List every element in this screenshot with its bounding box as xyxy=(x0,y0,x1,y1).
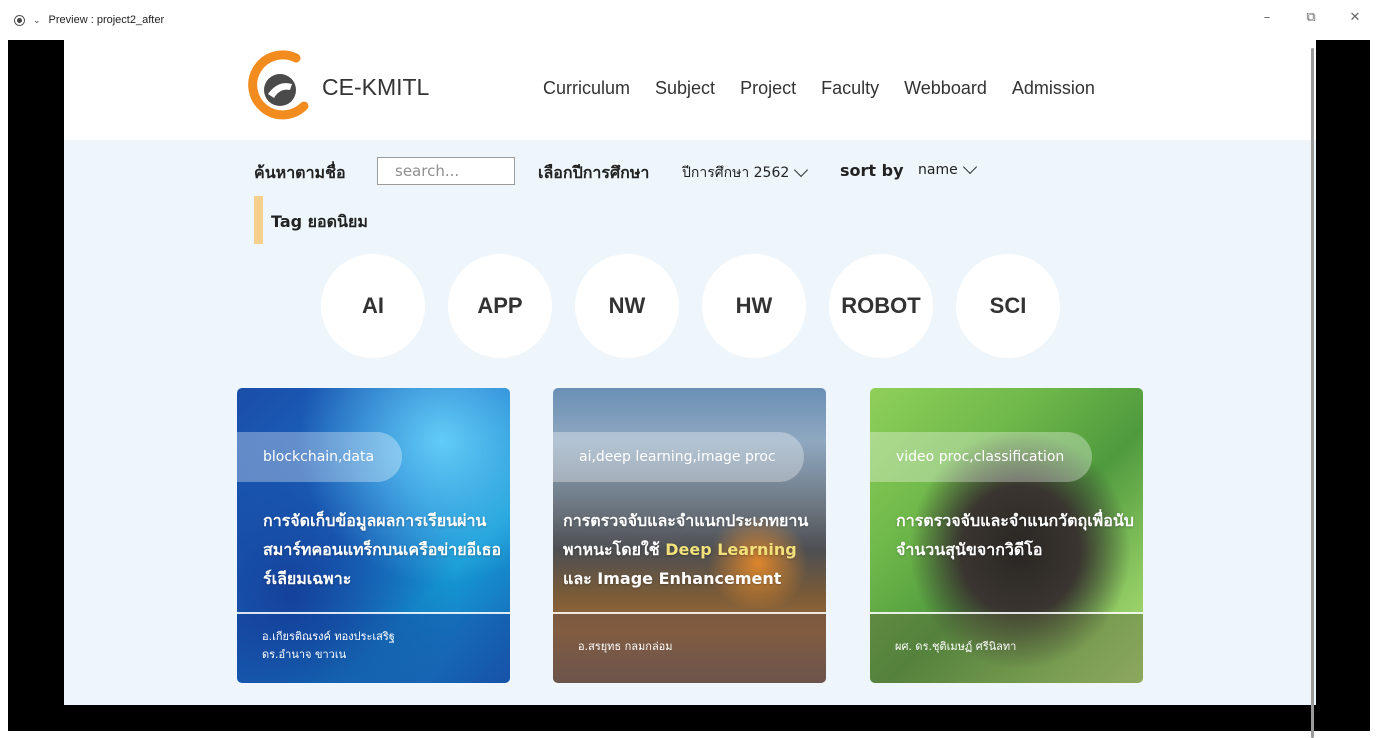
record-icon[interactable] xyxy=(14,14,25,26)
search-label: ค้นหาตามชื่อ xyxy=(254,163,346,182)
tag-ai[interactable]: AI xyxy=(321,254,425,358)
window-titlebar: ⌄ Preview : project2_after – ⧉ ✕ xyxy=(0,0,1376,40)
project-author: อ.เกียรติณรงค์ ทองประเสริฐ xyxy=(262,630,395,643)
chevron-down-icon xyxy=(962,159,977,175)
tag-robot[interactable]: ROBOT xyxy=(829,254,933,358)
ce-kmitl-logo-icon[interactable] xyxy=(244,46,310,126)
project-card[interactable]: ai,deep learning,image proc การตรวจจับแล… xyxy=(553,388,826,683)
minimize-button[interactable]: – xyxy=(1260,10,1274,25)
year-label: เลือกปีการศึกษา xyxy=(538,163,650,182)
window-title: Preview : project2_after xyxy=(48,14,165,26)
year-dropdown[interactable]: ปีการศึกษา 2562 xyxy=(682,162,809,184)
filter-bar: ค้นหาตามชื่อ เลือกปีการศึกษา ปีการศึกษา … xyxy=(254,157,1254,189)
close-button[interactable]: ✕ xyxy=(1348,10,1362,25)
chevron-down-icon xyxy=(794,162,809,178)
bottom-frame xyxy=(8,705,1370,731)
project-title[interactable]: การตรวจจับและจำแนกวัตถุเพื่อนับจำนวนสุนั… xyxy=(896,506,1136,564)
left-frame xyxy=(8,40,64,731)
scrollbar[interactable] xyxy=(1311,48,1314,738)
sort-value: name xyxy=(918,162,958,178)
tag-hw[interactable]: HW xyxy=(702,254,806,358)
year-value: ปีการศึกษา 2562 xyxy=(682,165,790,181)
chevron-down-icon[interactable]: ⌄ xyxy=(33,15,41,26)
project-title-highlight: Deep Learning xyxy=(665,540,797,559)
project-title[interactable]: การจัดเก็บข้อมูลผลการเรียนผ่านสมาร์ทคอนแ… xyxy=(263,506,503,593)
project-title[interactable]: การตรวจจับและจำแนกประเภทยานพาหนะโดยใช้ D… xyxy=(563,506,825,593)
project-card[interactable]: blockchain,data การจัดเก็บข้อมูลผลการเรี… xyxy=(237,388,510,683)
restore-button[interactable]: ⧉ xyxy=(1304,10,1318,25)
project-tags[interactable]: blockchain,data xyxy=(237,432,403,482)
project-author: ผศ. ดร.ชุติเมษฏ์ ศรีนิลทา xyxy=(895,640,1017,653)
right-frame xyxy=(1316,40,1370,731)
tag-accent-bar xyxy=(254,196,263,244)
sort-label: sort by xyxy=(840,161,904,180)
project-card[interactable]: video proc,classification การตรวจจับและจ… xyxy=(870,388,1143,683)
project-author: อ.สรยุทธ กลมกล่อม xyxy=(578,640,673,653)
project-tags[interactable]: video proc,classification xyxy=(870,432,1093,482)
nav-admission[interactable]: Admission xyxy=(1012,78,1095,99)
project-tags[interactable]: ai,deep learning,image proc xyxy=(553,432,804,482)
tag-sci[interactable]: SCI xyxy=(956,254,1060,358)
brand-name[interactable]: CE-KMITL xyxy=(322,74,429,101)
search-input[interactable] xyxy=(377,157,515,185)
tag-app[interactable]: APP xyxy=(448,254,552,358)
nav-subject[interactable]: Subject xyxy=(655,78,715,99)
nav-faculty[interactable]: Faculty xyxy=(821,78,879,99)
popular-tags-title: Tag ยอดนิยม xyxy=(271,212,368,231)
nav-webboard[interactable]: Webboard xyxy=(904,78,987,99)
site-header: CE-KMITL Curriculum Subject Project Facu… xyxy=(64,40,1316,140)
nav-curriculum[interactable]: Curriculum xyxy=(543,78,630,99)
project-author: ดร.อำนาจ ขาวเน xyxy=(262,648,347,661)
nav-project[interactable]: Project xyxy=(740,78,796,99)
sort-dropdown[interactable]: name xyxy=(918,159,977,178)
main-nav: Curriculum Subject Project Faculty Webbo… xyxy=(543,78,1095,99)
tag-nw[interactable]: NW xyxy=(575,254,679,358)
project-title-end: และ Image Enhancement xyxy=(563,569,782,588)
project-page: CE-KMITL Curriculum Subject Project Facu… xyxy=(64,40,1316,705)
